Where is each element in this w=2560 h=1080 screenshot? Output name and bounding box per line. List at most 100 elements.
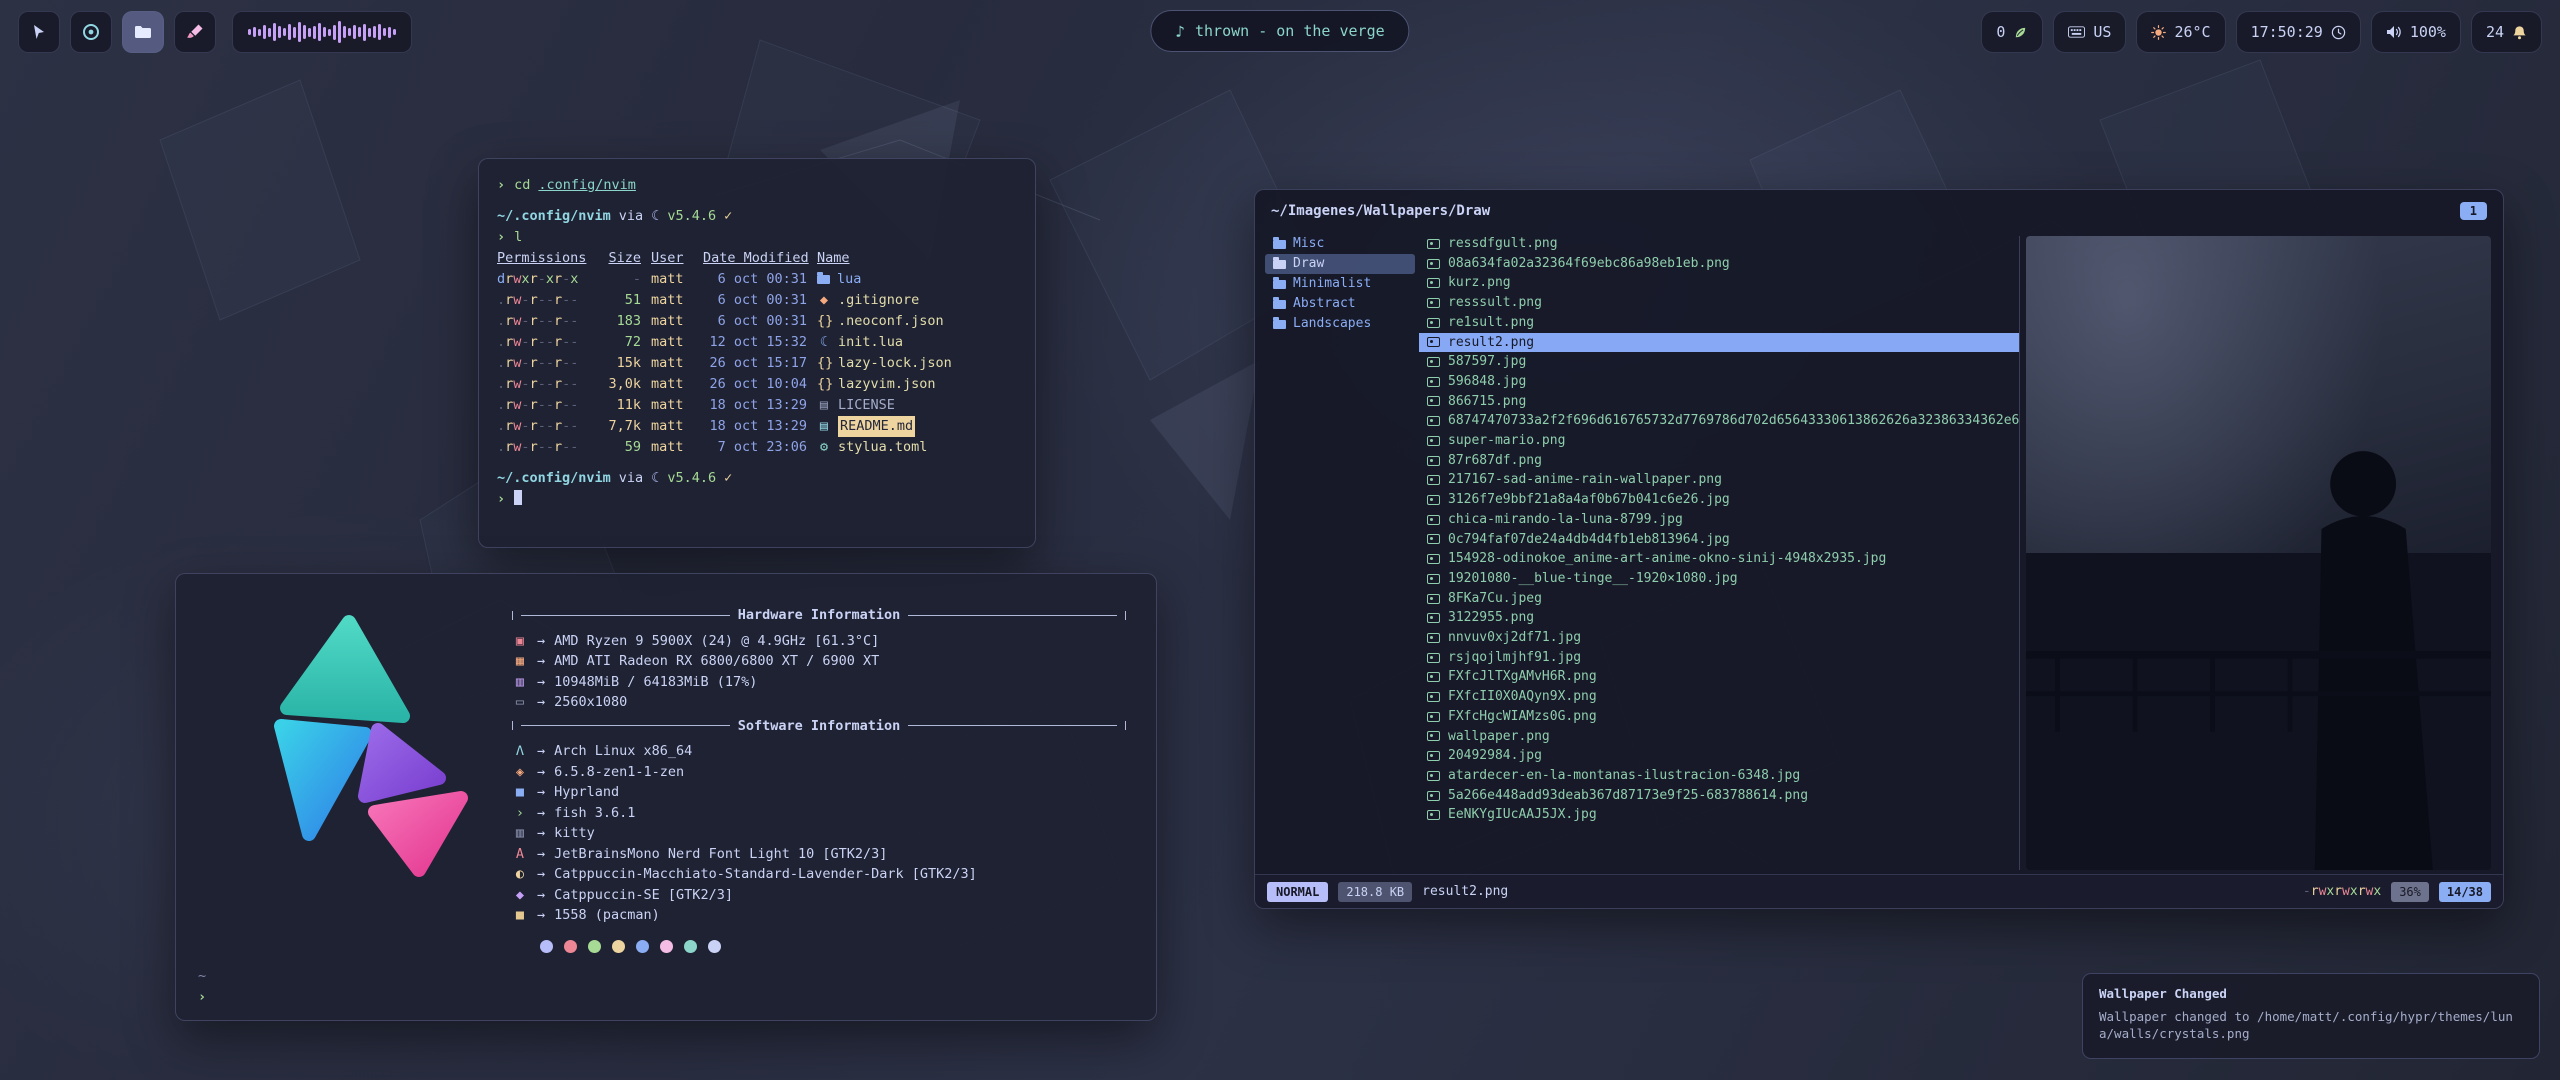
file-name: 19201080-__blue-tinge__-1920×1080.jpg: [1448, 569, 1738, 589]
breadcrumb: ~/Imagenes/Wallpapers/Draw: [1271, 203, 1490, 219]
file-row[interactable]: 596848.jpg: [1419, 372, 2019, 392]
file-row[interactable]: wallpaper.png: [1419, 727, 2019, 747]
fm-perms: -rwxrwxrwx: [2303, 884, 2381, 899]
file-row[interactable]: 19201080-__blue-tinge__-1920×1080.jpg: [1419, 569, 2019, 589]
file-name: 217167-sad-anime-rain-wallpaper.png: [1448, 470, 1722, 490]
file-row[interactable]: FXfcHgcWIAMzs0G.png: [1419, 707, 2019, 727]
file-name: LICENSE: [838, 395, 895, 416]
file-row[interactable]: 20492984.jpg: [1419, 746, 2019, 766]
terminal-window[interactable]: ›cd.config/nvim ~/.config/nvimvia☾v5.4.6…: [478, 158, 1036, 548]
sidebar-item-misc[interactable]: Misc: [1265, 234, 1415, 254]
topbar: ♪ thrown - on the verge 0 US 26°C 17:50:291…: [0, 0, 2560, 64]
file-row[interactable]: 08a634fa02a32364f69ebc86a98eb1eb.png: [1419, 254, 2019, 274]
launcher-record-button[interactable]: [70, 11, 112, 53]
file-name: 87r687df.png: [1448, 451, 1542, 471]
sidebar-item-minimalist[interactable]: Minimalist: [1265, 274, 1415, 294]
fastfetch-window[interactable]: Hardware Information▣→AMD Ryzen 9 5900X …: [175, 573, 1157, 1021]
file-name: re1sult.png: [1448, 313, 1534, 333]
sidebar-item-draw[interactable]: Draw: [1265, 254, 1415, 274]
file-row[interactable]: atardecer-en-la-montanas-ilustracion-634…: [1419, 766, 2019, 786]
mode-badge: NORMAL: [1267, 882, 1328, 902]
palette-dot: [588, 940, 601, 953]
file-row[interactable]: 3126f7e9bbf21a8a4af0b67b041c6e26.jpg: [1419, 490, 2019, 510]
kernel-icon: ◈: [512, 762, 528, 783]
fetch-shell-prompt[interactable]: ~ ›: [198, 966, 215, 1008]
gpu-icon: ▦: [512, 651, 528, 672]
file-name: init.lua: [838, 332, 903, 353]
file-row[interactable]: 217167-sad-anime-rain-wallpaper.png: [1419, 470, 2019, 490]
image-file-icon: [1427, 475, 1440, 485]
launcher-files-button[interactable]: [122, 11, 164, 53]
sidebar-item-landscapes[interactable]: Landscapes: [1265, 314, 1415, 334]
file-row[interactable]: 87r687df.png: [1419, 451, 2019, 471]
fm-image-preview: [2026, 236, 2491, 870]
lua-icon: ☾: [651, 470, 659, 486]
json-file-icon: {}: [817, 353, 831, 374]
file-row[interactable]: 3122955.png: [1419, 608, 2019, 628]
terminal-input-line[interactable]: ›: [497, 489, 1017, 510]
module-notifications[interactable]: 24: [2471, 11, 2542, 53]
listing-row: .rw-r--r--7,7kmatt18 oct 13:29▤README.md: [497, 416, 1017, 437]
image-file-icon: [1427, 377, 1440, 387]
launcher-brush-button[interactable]: [174, 11, 216, 53]
file-row[interactable]: 587597.jpg: [1419, 352, 2019, 372]
status-modules: 0 US 26°C 17:50:29100%24: [1981, 11, 2542, 53]
file-name: 8FKa7Cu.jpeg: [1448, 589, 1542, 609]
sidebar-item-abstract[interactable]: Abstract: [1265, 294, 1415, 314]
launcher-cursor-button[interactable]: [18, 11, 60, 53]
fetch-row-packages: ■→1558 (pacman): [512, 905, 1126, 926]
module-volume[interactable]: 100%: [2371, 11, 2461, 53]
fm-header: ~/Imagenes/Wallpapers/Draw 1: [1255, 190, 2503, 232]
command-arg: .config/nvim: [538, 177, 636, 193]
folder-file-icon: [817, 275, 830, 284]
file-row[interactable]: kurz.png: [1419, 273, 2019, 293]
file-row[interactable]: 8FKa7Cu.jpeg: [1419, 589, 2019, 609]
selected-filename: result2.png: [1422, 884, 1508, 899]
lua-icon: ☾: [651, 208, 659, 224]
media-player-pill[interactable]: ♪ thrown - on the verge: [1150, 10, 1409, 52]
folder-label: Misc: [1293, 234, 1324, 254]
file-name: FXfcJlTXgAMvH6R.png: [1448, 667, 1597, 687]
palette-dot: [684, 940, 697, 953]
file-row[interactable]: 154928-odinokoe_anime-art-anime-okno-sin…: [1419, 549, 2019, 569]
file-manager-window[interactable]: ~/Imagenes/Wallpapers/Draw 1 MiscDrawMin…: [1254, 189, 2504, 909]
module-value: US: [2093, 23, 2111, 41]
cpu-icon: ▣: [512, 631, 528, 652]
file-row[interactable]: EeNKYgIUcAAJ5JX.jpg: [1419, 805, 2019, 825]
image-file-icon: [1427, 515, 1440, 525]
file-row[interactable]: 68747470733a2f2f696d616765732d7769786d70…: [1419, 411, 2019, 431]
file-row[interactable]: FXfcJlTXgAMvH6R.png: [1419, 667, 2019, 687]
theme-icon: ◐: [512, 864, 528, 885]
file-name: README.md: [838, 416, 915, 437]
music-icon: ♪: [1175, 22, 1185, 41]
file-row[interactable]: ressdfgult.png: [1419, 234, 2019, 254]
module-clock[interactable]: 17:50:29: [2236, 11, 2361, 53]
file-row[interactable]: 0c794faf07de24a4db4d4fb1eb813964.jpg: [1419, 530, 2019, 550]
file-row[interactable]: super-mario.png: [1419, 431, 2019, 451]
distro-logo: [206, 600, 506, 994]
sun-icon: [2151, 25, 2166, 40]
file-row[interactable]: nnvuv0xj2df71.jpg: [1419, 628, 2019, 648]
file-row[interactable]: result2.png: [1419, 333, 2019, 353]
file-row[interactable]: chica-mirando-la-luna-8799.jpg: [1419, 510, 2019, 530]
file-row[interactable]: rsjqojlmjhf91.jpg: [1419, 648, 2019, 668]
file-row[interactable]: 866715.png: [1419, 392, 2019, 412]
file-row[interactable]: resssult.png: [1419, 293, 2019, 313]
launcher-group: [18, 11, 412, 53]
terminal-icon: ▥: [512, 823, 528, 844]
tab-badge[interactable]: 1: [2460, 202, 2487, 220]
folder-icon: [1273, 260, 1286, 269]
image-file-icon: [1427, 278, 1440, 288]
module-weather[interactable]: 26°C: [2136, 11, 2225, 53]
wallpaper-notification[interactable]: Wallpaper Changed Wallpaper changed to /…: [2082, 973, 2540, 1059]
module-keyboard-layout[interactable]: US: [2053, 11, 2126, 53]
palette-dot: [660, 940, 673, 953]
file-name: 3126f7e9bbf21a8a4af0b67b041c6e26.jpg: [1448, 490, 1730, 510]
fm-body: MiscDrawMinimalistAbstractLandscapes res…: [1255, 232, 2503, 874]
image-file-icon: [1427, 731, 1440, 741]
file-row[interactable]: FXfcII0X0AQyn9X.png: [1419, 687, 2019, 707]
module-tray[interactable]: 0: [1981, 11, 2043, 53]
fm-divider: [2019, 236, 2020, 870]
file-row[interactable]: re1sult.png: [1419, 313, 2019, 333]
file-row[interactable]: 5a266e448add93deab367d87173e9f25-6837886…: [1419, 786, 2019, 806]
